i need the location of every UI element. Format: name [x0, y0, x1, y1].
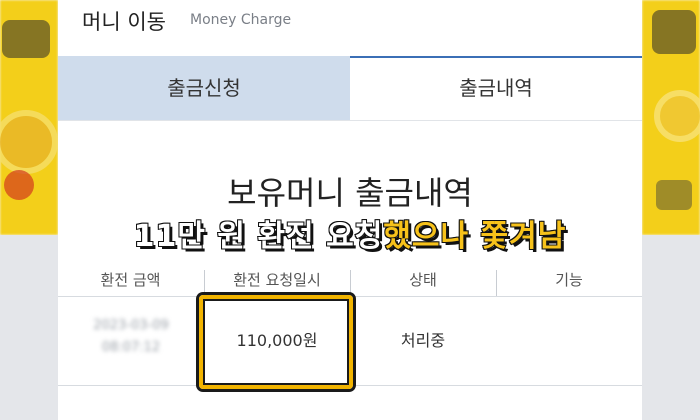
- column-divider: [204, 270, 205, 296]
- page-title: 머니 이동: [82, 10, 166, 34]
- right-background-blur: [642, 0, 700, 420]
- tab-withdraw-history[interactable]: 출금내역: [350, 56, 642, 120]
- column-divider: [496, 270, 497, 296]
- page-subtitle: Money Charge: [190, 12, 292, 28]
- status-badge: 처리중: [400, 331, 446, 350]
- tab-bar: 출금신청 출금내역: [58, 56, 642, 121]
- column-header-request-time: 환전 요청일시: [233, 271, 321, 289]
- column-header-action: 기능: [555, 271, 583, 289]
- tab-withdraw-request[interactable]: 출금신청: [58, 56, 350, 120]
- highlight-box: [199, 295, 353, 389]
- column-header-amount: 환전 금액: [100, 271, 161, 289]
- panel-header: 머니 이동 Money Charge: [58, 0, 642, 56]
- caption-yellow-text: 했으나 쫓겨남: [382, 218, 567, 255]
- request-date: 2023-03-09: [93, 318, 169, 333]
- background-shape: [656, 180, 692, 210]
- background-shape: [4, 170, 34, 200]
- section-heading: 보유머니 출금내역: [227, 174, 473, 212]
- request-time: 08:07:12: [101, 340, 161, 355]
- coin-icon: [654, 90, 700, 142]
- column-divider: [350, 270, 351, 296]
- left-background-blur: [0, 0, 58, 420]
- column-header-status: 상태: [409, 271, 437, 289]
- caption-banner: 11만 원 환전 요청했으나 쫓겨남: [0, 214, 700, 260]
- background-fill: [642, 235, 700, 420]
- background-shape: [652, 10, 696, 54]
- caption-white-text: 11만 원 환전 요청: [133, 218, 384, 255]
- background-shape: [2, 20, 50, 58]
- request-datetime: 2023-03-09 08:07:12: [76, 315, 186, 359]
- background-fill: [0, 235, 58, 420]
